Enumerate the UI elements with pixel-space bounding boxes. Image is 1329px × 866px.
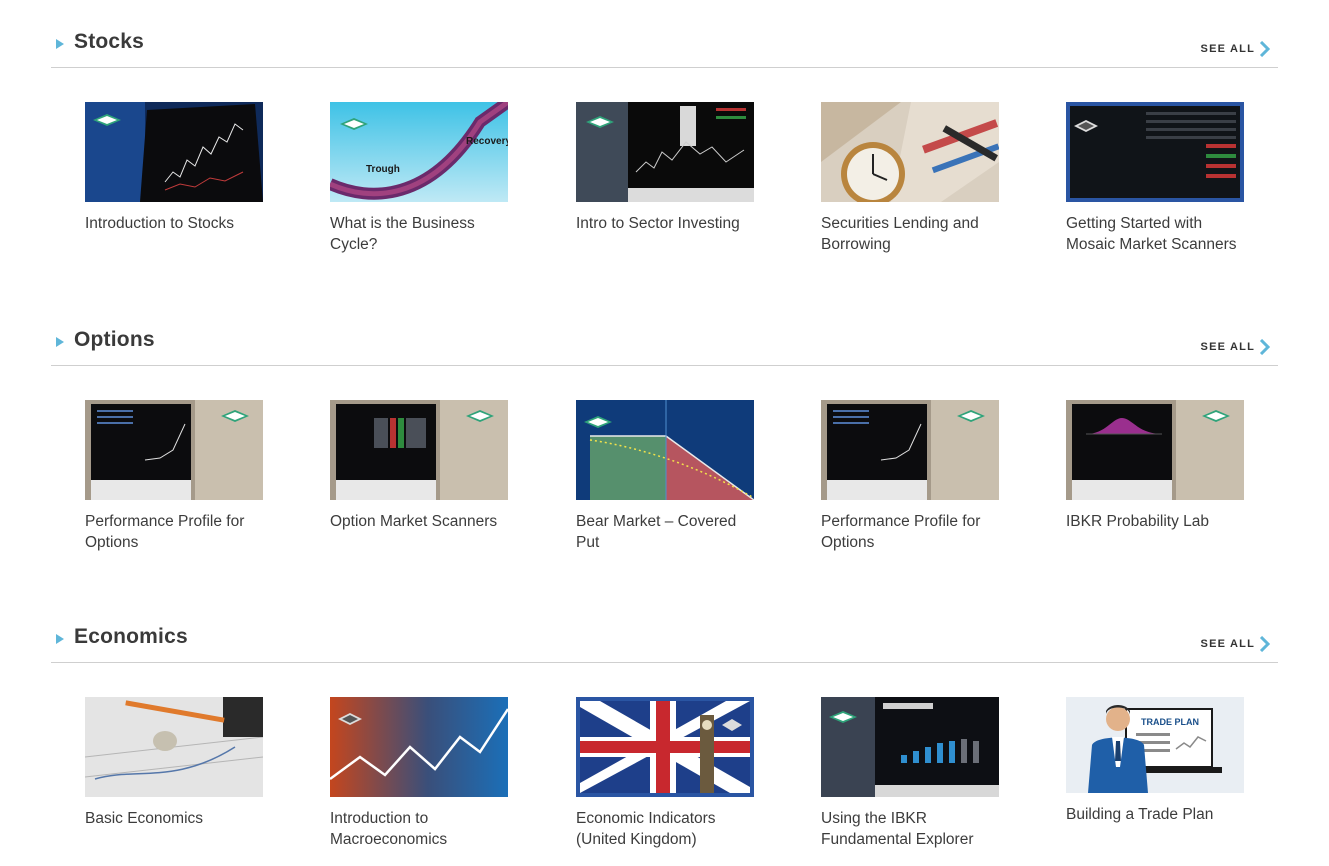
section-title: Economics	[74, 625, 188, 648]
card-thumbnail[interactable]	[576, 697, 754, 797]
card-title: IBKR Probability Lab	[1066, 513, 1210, 530]
section-economics: Economics SEE ALL Basic Economics Introd…	[51, 617, 1278, 863]
section-header: Options SEE ALL	[51, 320, 1278, 366]
sector-monitor-image	[576, 102, 754, 202]
card-thumbnail[interactable]	[576, 102, 754, 202]
card-thumbnail[interactable]	[1066, 102, 1244, 202]
card-thumbnail[interactable]	[330, 400, 508, 500]
see-all-label: SEE ALL	[1200, 43, 1255, 55]
card-thumbnail[interactable]	[821, 400, 999, 500]
chevron-right-icon	[1259, 339, 1270, 355]
card-thumbnail[interactable]	[821, 102, 999, 202]
card-title: Building a Trade Plan	[1066, 806, 1214, 823]
card-title: Securities Lending and Borrowing	[821, 215, 979, 253]
caret-right-icon	[56, 337, 64, 347]
card-title: Performance Profile for Options	[85, 513, 245, 551]
card-fundamental-explorer[interactable]: Using the IBKR Fundamental Explorer	[821, 697, 999, 850]
card-thumbnail[interactable]	[576, 400, 754, 500]
options-monitor-image	[85, 400, 263, 500]
card-business-cycle[interactable]: Recovery Trough What is the Business Cyc…	[330, 102, 508, 255]
probability-monitor-image	[1066, 400, 1244, 500]
card-covered-put[interactable]: Bear Market – Covered Put	[576, 400, 754, 553]
card-sector-investing[interactable]: Intro to Sector Investing	[576, 102, 754, 234]
card-title: Basic Economics	[85, 810, 204, 827]
mosaic-scanner-image	[1066, 102, 1244, 202]
card-title: Using the IBKR Fundamental Explorer	[821, 810, 974, 848]
section-options: Options SEE ALL Performance Profile for …	[51, 320, 1278, 566]
card-performance-profile-options-2[interactable]: Performance Profile for Options	[821, 400, 999, 553]
card-thumbnail[interactable]	[85, 102, 263, 202]
see-all-label: SEE ALL	[1200, 341, 1255, 353]
card-introduction-to-stocks[interactable]: Introduction to Stocks	[85, 102, 263, 234]
card-probability-lab[interactable]: IBKR Probability Lab	[1066, 400, 1244, 532]
recovery-label: Recovery	[466, 136, 508, 147]
section-header: Economics SEE ALL	[51, 617, 1278, 663]
card-mosaic-scanners[interactable]: Getting Started with Mosaic Market Scann…	[1066, 102, 1244, 255]
card-thumbnail[interactable]	[330, 697, 508, 797]
options-monitor-image	[821, 400, 999, 500]
see-all-label: SEE ALL	[1200, 638, 1255, 650]
card-title: Introduction to Stocks	[85, 215, 235, 232]
card-title: Intro to Sector Investing	[576, 215, 740, 232]
card-title: Introduction to Macroeconomics	[330, 810, 448, 848]
card-thumbnail[interactable]	[821, 697, 999, 797]
trade-plan-illustration-image: TRADE PLAN	[1066, 697, 1244, 793]
chevron-right-icon	[1259, 636, 1270, 652]
see-all-link[interactable]: SEE ALL	[1201, 636, 1270, 652]
card-title: Option Market Scanners	[330, 513, 498, 530]
see-all-link[interactable]: SEE ALL	[1201, 339, 1270, 355]
section-title: Stocks	[74, 30, 145, 53]
business-cycle-curve-image: Recovery Trough	[330, 102, 508, 202]
card-thumbnail[interactable]: TRADE PLAN	[1066, 697, 1244, 793]
section-stocks: Stocks SEE ALL Introduction to Stocks Re…	[51, 22, 1278, 268]
card-securities-lending[interactable]: Securities Lending and Borrowing	[821, 102, 999, 255]
scanner-monitor-image	[330, 400, 508, 500]
section-title: Options	[74, 328, 155, 351]
section-header: Stocks SEE ALL	[51, 22, 1278, 68]
card-thumbnail[interactable]: Recovery Trough	[330, 102, 508, 202]
see-all-link[interactable]: SEE ALL	[1201, 41, 1270, 57]
macro-line-chart-image	[330, 697, 508, 797]
card-title: Economic Indicators (United Kingdom)	[576, 810, 716, 848]
card-title: Getting Started with Mosaic Market Scann…	[1066, 215, 1237, 253]
card-basic-economics[interactable]: Basic Economics	[85, 697, 263, 829]
caret-right-icon	[56, 39, 64, 49]
card-thumbnail[interactable]	[85, 697, 263, 797]
card-thumbnail[interactable]	[1066, 400, 1244, 500]
card-title: Bear Market – Covered Put	[576, 513, 737, 551]
card-macroeconomics[interactable]: Introduction to Macroeconomics	[330, 697, 508, 850]
trading-chart-screen-image	[85, 102, 263, 202]
card-performance-profile-options[interactable]: Performance Profile for Options	[85, 400, 263, 553]
covered-put-chart-image	[576, 400, 754, 500]
trough-label: Trough	[366, 164, 400, 175]
trade-plan-label: TRADE PLAN	[1141, 717, 1199, 727]
chevron-right-icon	[1259, 41, 1270, 57]
card-economic-indicators-uk[interactable]: Economic Indicators (United Kingdom)	[576, 697, 754, 850]
caret-right-icon	[56, 634, 64, 644]
fundamental-explorer-image	[821, 697, 999, 797]
card-title: What is the Business Cycle?	[330, 215, 475, 253]
calculator-coin-image	[85, 697, 263, 797]
card-trade-plan[interactable]: TRADE PLAN Building a Trade Plan	[1066, 697, 1244, 825]
uk-flag-big-ben-image	[576, 697, 754, 797]
card-title: Performance Profile for Options	[821, 513, 981, 551]
card-option-market-scanners[interactable]: Option Market Scanners	[330, 400, 508, 532]
card-thumbnail[interactable]	[85, 400, 263, 500]
pocket-watch-pen-image	[821, 102, 999, 202]
